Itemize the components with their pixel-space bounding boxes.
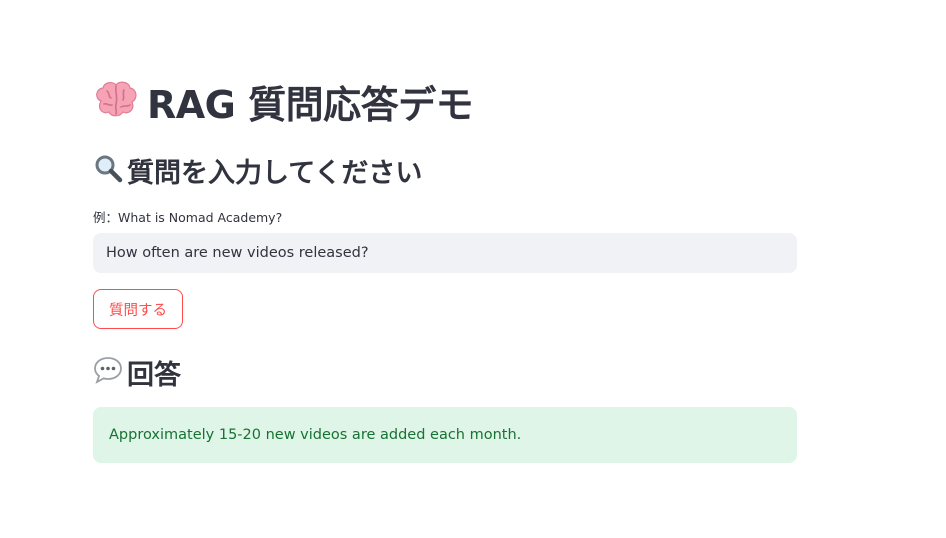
answer-heading: 回答 [93, 352, 181, 392]
brain-icon [93, 79, 139, 123]
question-input[interactable] [93, 233, 797, 273]
page-title: RAG 質問応答デモ [93, 74, 474, 128]
ask-button[interactable]: 質問する [93, 289, 183, 329]
answer-heading-text: 回答 [127, 359, 181, 391]
speech-bubble-icon [93, 355, 123, 389]
magnifier-icon [93, 153, 123, 187]
question-input-label: 例：What is Nomad Academy? [93, 210, 283, 225]
question-input-container[interactable] [93, 233, 797, 273]
answer-text: Approximately 15-20 new videos are added… [109, 427, 522, 443]
question-heading: 質問を入力してください [93, 150, 422, 190]
answer-success-box: Approximately 15-20 new videos are added… [93, 407, 797, 463]
question-heading-text: 質問を入力してください [127, 157, 423, 189]
page-title-text: RAG 質問応答デモ [147, 82, 474, 127]
